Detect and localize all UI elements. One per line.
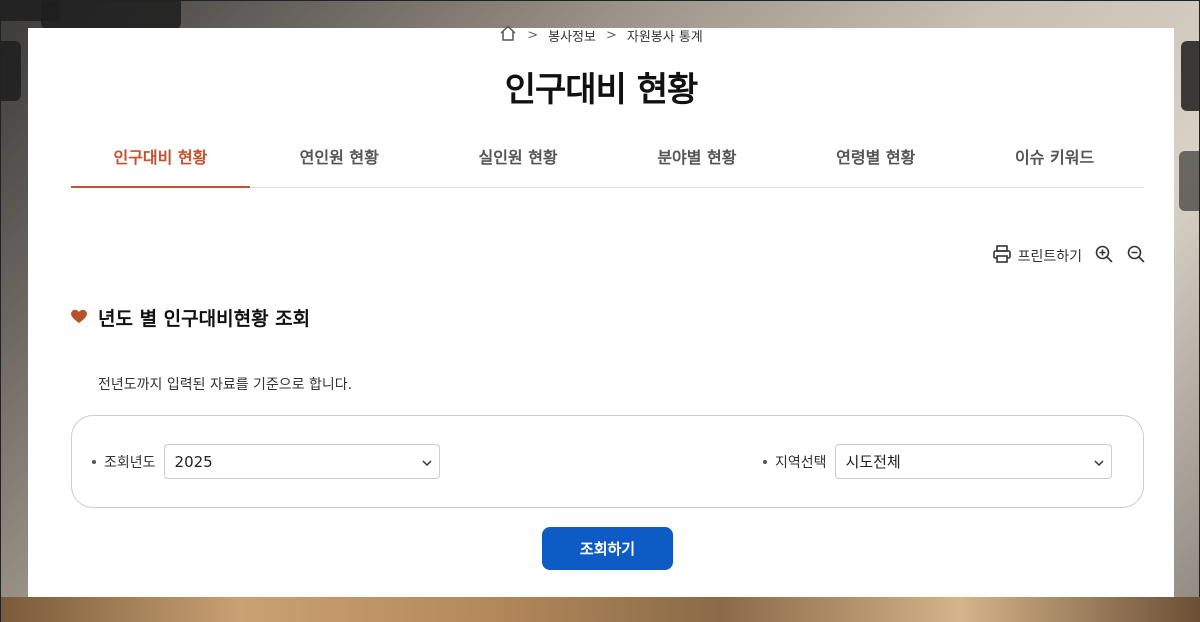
section-title-text: 년도 별 인구대비현황 조회 [98, 308, 311, 330]
search-button[interactable]: 조회하기 [542, 527, 673, 570]
zoom-out-icon[interactable] [1126, 244, 1146, 268]
breadcrumb-item[interactable]: 봉사정보 [548, 26, 596, 45]
region-field: 지역선택 시도전체 [763, 444, 1112, 479]
zoom-in-icon[interactable] [1094, 244, 1114, 268]
tab-by-field[interactable]: 분야별 현황 [607, 136, 786, 187]
year-select-value: 2025 [174, 452, 213, 471]
home-icon[interactable] [499, 25, 517, 45]
region-label: 지역선택 [775, 454, 827, 471]
chevron-down-icon [421, 453, 433, 471]
breadcrumb-item[interactable]: 자원봉사 통계 [627, 26, 703, 45]
breadcrumb: > 봉사정보 > 자원봉사 통계 [28, 25, 1174, 45]
year-select[interactable]: 2025 [163, 444, 440, 479]
bullet [92, 459, 96, 464]
year-field: 조회년도 2025 [92, 444, 440, 479]
tab-issue-keywords[interactable]: 이슈 키워드 [965, 136, 1144, 187]
print-button[interactable]: 프린트하기 [992, 244, 1082, 268]
heart-icon [70, 307, 88, 329]
bullet [763, 459, 767, 464]
region-select[interactable]: 시도전체 [834, 444, 1112, 479]
year-label: 조회년도 [104, 454, 156, 471]
chevron-right-icon: > [527, 27, 539, 43]
page-title: 인구대비 현황 [504, 70, 699, 110]
toolbar: 프린트하기 [992, 244, 1146, 268]
tab-bar: 인구대비 현황 연인원 현황 실인원 현황 분야별 현황 연령별 현황 이슈 키… [71, 136, 1144, 188]
content-panel: > 봉사정보 > 자원봉사 통계 인구대비 현황 인구대비 현황 연인원 현황 … [28, 25, 1174, 597]
printer-icon [992, 244, 1012, 268]
tab-by-age[interactable]: 연령별 현황 [786, 136, 965, 187]
section-description: 전년도까지 입력된 자료를 기준으로 합니다. [98, 377, 353, 393]
chevron-right-icon: > [605, 27, 617, 43]
tab-actual-participants[interactable]: 실인원 현황 [429, 136, 608, 187]
tab-total-participants[interactable]: 연인원 현황 [250, 136, 429, 187]
chevron-down-icon [1093, 453, 1105, 471]
tab-population-ratio[interactable]: 인구대비 현황 [71, 136, 250, 188]
background-strip [1, 597, 1200, 622]
print-label: 프린트하기 [1017, 249, 1082, 265]
section-title: 년도 별 인구대비현황 조회 [70, 304, 310, 331]
region-select-value: 시도전체 [845, 453, 901, 471]
search-form: 조회년도 2025 지역선택 시도전체 [71, 415, 1144, 508]
